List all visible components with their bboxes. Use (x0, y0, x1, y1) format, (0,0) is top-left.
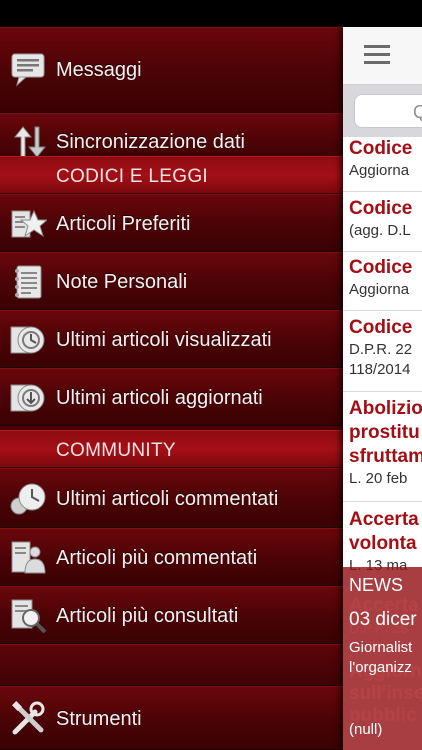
list-item-title: volonta (349, 533, 417, 554)
section-header-codici: CODICI E LEGGI (0, 156, 343, 194)
news-banner[interactable]: Accerta D.P.R. 29 Aggiorn sull'inse pubb… (343, 567, 422, 750)
section-title: CODICI E LEGGI (56, 166, 209, 187)
list-item-subtitle: (agg. D.L (349, 222, 411, 239)
list-item-title: Codice (349, 257, 413, 278)
menu-item-label: Articoli più consultati (56, 605, 239, 627)
message-icon (9, 50, 47, 88)
menu-item-articoli-preferiti[interactable]: Articoli Preferiti (0, 194, 343, 252)
news-line: l'organizz (349, 659, 412, 676)
menu-item-label: Strumenti (56, 708, 142, 730)
list-item-title: Abolizio (349, 398, 422, 419)
tools-icon (9, 700, 47, 738)
recent-updated-icon (9, 379, 47, 417)
news-date: 03 dicer (349, 609, 417, 630)
news-footer: (null) (349, 721, 383, 738)
menu-item-ultimi-aggiornati[interactable]: Ultimi articoli aggiornati (0, 368, 343, 426)
list-item-title: Accerta (349, 509, 419, 530)
list-item[interactable]: Codice Aggiorna (349, 137, 422, 181)
menu-item-ultimi-commentati[interactable]: Ultimi articoli commentati (0, 468, 343, 528)
magnifier-document-icon (9, 597, 47, 635)
list-item-subtitle: 118/2014 (349, 361, 411, 378)
news-line: Giornalist (349, 639, 413, 656)
search-bar: Q (343, 85, 422, 137)
content-panel: Q Codice Aggiorna Codice (agg. D.L Codic… (343, 27, 422, 750)
list-item[interactable]: Codice Aggiorna (349, 256, 422, 300)
menu-item-label: Ultimi articoli commentati (56, 488, 279, 510)
list-item-subtitle: Aggiorna (349, 281, 410, 298)
list-item-subtitle: D.P.R. 22 (349, 341, 413, 358)
menu-spacer (0, 644, 343, 686)
menu-item-messaggi[interactable]: Messaggi (0, 27, 343, 113)
menu-item-piu-consultati[interactable]: Articoli più consultati (0, 586, 343, 644)
list-item[interactable]: Abolizio prostitu sfruttam L. 20 feb (349, 397, 422, 489)
status-bar (0, 0, 422, 27)
menu-item-note-personali[interactable]: Note Personali (0, 252, 343, 310)
star-document-icon (9, 205, 47, 243)
menu-item-label: Note Personali (56, 271, 188, 293)
menu-item-strumenti[interactable]: Strumenti (0, 686, 343, 750)
list-item-title: Codice (349, 198, 413, 219)
clock-comment-icon (9, 480, 47, 518)
search-input[interactable] (354, 94, 422, 128)
section-title: COMMUNITY (56, 440, 176, 461)
people-document-icon (9, 539, 47, 577)
menu-item-label: Ultimi articoli visualizzati (56, 329, 272, 351)
list-item-title: sfruttam (349, 446, 422, 467)
list-item-title: Codice (349, 317, 413, 338)
menu-item-label: Messaggi (56, 59, 142, 81)
section-header-community: COMMUNITY (0, 430, 343, 468)
search-icon: Q (413, 102, 422, 122)
menu-item-label: Ultimi articoli aggiornati (56, 387, 263, 409)
list-item-title: Codice (349, 138, 413, 159)
menu-item-ultimi-visualizzati[interactable]: Ultimi articoli visualizzati (0, 310, 343, 368)
hamburger-menu-icon[interactable] (364, 45, 390, 65)
news-label: NEWS (349, 575, 403, 595)
list-item[interactable]: Codice (agg. D.L (349, 197, 422, 241)
menu-item-piu-commentati[interactable]: Articoli più commentati (0, 528, 343, 586)
list-item[interactable]: Codice D.P.R. 22 118/2014 (349, 316, 422, 380)
side-menu: Messaggi Sincronizzazione dati CODICI E … (0, 27, 343, 750)
list-item-subtitle: L. 20 feb (349, 470, 408, 487)
nav-bar (343, 27, 422, 85)
list-item-subtitle: Aggiorna (349, 162, 410, 179)
menu-item-label: Articoli Preferiti (56, 213, 191, 235)
recent-viewed-icon (9, 321, 47, 359)
list-item-title: prostitu (349, 422, 420, 443)
notepad-icon (9, 263, 47, 301)
list-item[interactable]: Accerta volonta L. 13 ma (349, 508, 422, 576)
menu-item-label: Sincronizzazione dati (56, 131, 245, 153)
menu-item-label: Articoli più commentati (56, 547, 258, 569)
